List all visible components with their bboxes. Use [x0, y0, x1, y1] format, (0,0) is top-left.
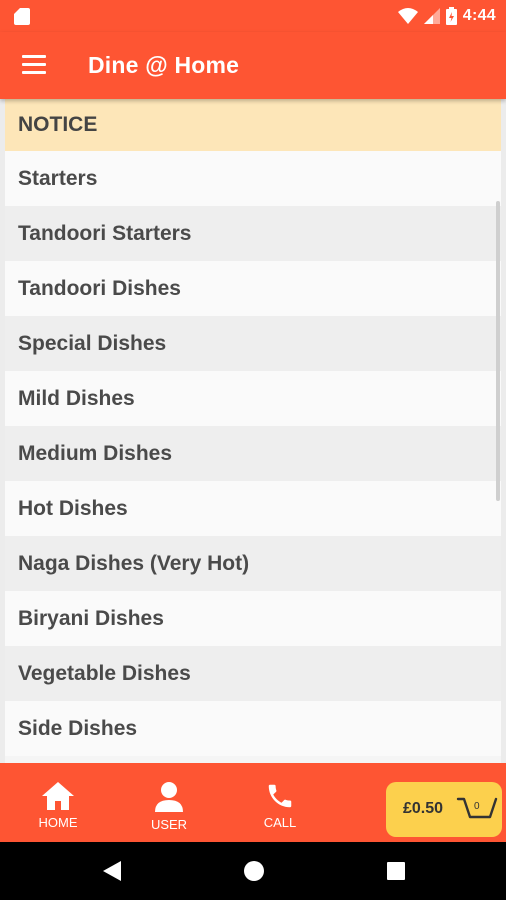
status-time: 4:44: [462, 7, 496, 24]
list-item-label: Tandoori Starters: [18, 221, 192, 245]
list-item-special-dishes[interactable]: Special Dishes: [5, 316, 501, 371]
list-item-label: Vegetable Dishes: [18, 661, 191, 685]
list-item-tandoori-starters[interactable]: Tandoori Starters: [5, 206, 501, 261]
list-item-label: Naga Dishes (Very Hot): [18, 551, 250, 575]
list-item-label: NOTICE: [18, 113, 98, 136]
list-item-medium-dishes[interactable]: Medium Dishes: [5, 426, 501, 481]
hamburger-menu-icon[interactable]: [20, 52, 50, 78]
nav-call-label: CALL: [263, 815, 297, 830]
cart-count: 0: [474, 801, 480, 812]
cell-signal-icon: [423, 8, 440, 24]
list-item-biryani-dishes[interactable]: Biryani Dishes: [5, 591, 501, 646]
cart-button[interactable]: £0.50 0: [386, 782, 502, 837]
nav-call-button[interactable]: CALL: [240, 763, 320, 842]
home-system-button[interactable]: [223, 842, 283, 900]
list-item-label: Tandoori Dishes: [18, 276, 181, 300]
nav-user-label: USER: [150, 817, 188, 832]
list-right-edge: [501, 99, 506, 763]
back-button[interactable]: [82, 842, 142, 900]
app-bar: Dine @ Home: [0, 32, 506, 99]
recent-apps-icon: [387, 862, 405, 880]
list-item-hot-dishes[interactable]: Hot Dishes: [5, 481, 501, 536]
list-item-tandoori-dishes[interactable]: Tandoori Dishes: [5, 261, 501, 316]
list-item-label: Special Dishes: [18, 331, 167, 355]
home-circle-icon: [244, 861, 264, 881]
sd-card-icon: [14, 8, 30, 25]
system-nav-bar: [0, 842, 506, 900]
list-item-label: Medium Dishes: [18, 441, 173, 465]
status-icons: 4:44: [397, 5, 496, 27]
list-item-label: Hot Dishes: [18, 496, 128, 520]
phone-icon: [268, 784, 292, 808]
battery-icon: [445, 7, 457, 25]
home-icon: [42, 782, 74, 810]
list-item-starters[interactable]: Starters: [5, 151, 501, 206]
user-icon: [155, 782, 183, 812]
list-item-label: Mild Dishes: [18, 386, 135, 410]
list-item-label: Side Dishes: [18, 716, 138, 740]
nav-home-label: HOME: [38, 815, 78, 830]
recent-apps-button[interactable]: [366, 842, 426, 900]
scrollbar-thumb[interactable]: [496, 201, 500, 501]
list-item-notice[interactable]: NOTICE: [5, 99, 501, 151]
list-item-vegetable-dishes[interactable]: Vegetable Dishes: [5, 646, 501, 701]
app-title: Dine @ Home: [88, 52, 240, 78]
bottom-nav: HOME USER CALL £0.50 0: [0, 763, 506, 842]
nav-user-button[interactable]: USER: [129, 763, 209, 842]
list-item-naga-dishes[interactable]: Naga Dishes (Very Hot): [5, 536, 501, 591]
list-item-label: Starters: [18, 166, 98, 190]
list-item-label: Biryani Dishes: [18, 606, 164, 630]
nav-home-button[interactable]: HOME: [18, 763, 98, 842]
list-item-side-dishes[interactable]: Side Dishes: [5, 701, 501, 756]
status-bar: 4:44: [0, 0, 506, 32]
category-list[interactable]: NOTICE Starters Tandoori Starters Tandoo…: [5, 99, 501, 763]
back-triangle-icon: [103, 861, 121, 881]
wifi-icon: [397, 8, 418, 24]
cart-total: £0.50: [403, 800, 444, 817]
list-item-mild-dishes[interactable]: Mild Dishes: [5, 371, 501, 426]
